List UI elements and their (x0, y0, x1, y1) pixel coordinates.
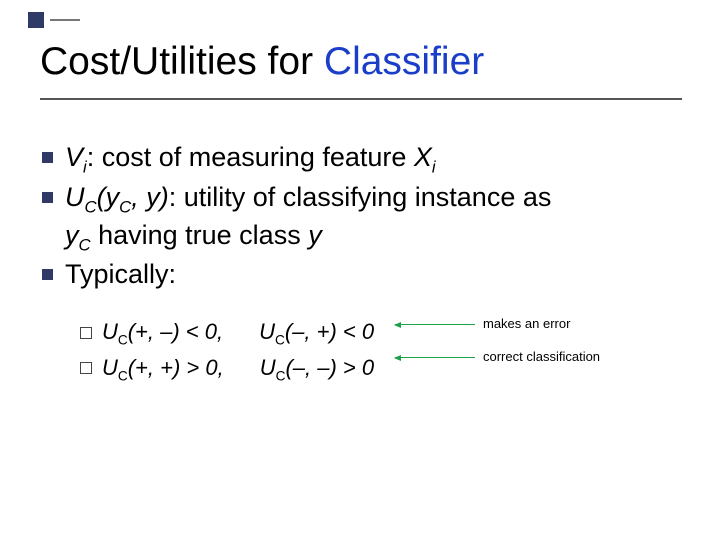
annotation-error: makes an error (395, 316, 600, 333)
b1-mid: : cost of measuring feature (87, 142, 414, 172)
y-var2: y (308, 220, 322, 250)
bullet-2: UC(yC, y): utility of classifying instan… (42, 180, 660, 256)
title-part2: Classifier (324, 40, 484, 83)
body: Vi: cost of measuring feature Xi UC(yC, … (42, 140, 660, 294)
rest: (–, +) < 0 (285, 319, 374, 344)
arrow-left-icon (395, 357, 475, 358)
sub-row-2: UC(+, +) > 0, UC(–, –) > 0 (80, 351, 374, 387)
args-rest: , y) (131, 182, 169, 212)
u: U (102, 355, 118, 380)
y-var: y (65, 220, 79, 250)
x-sub: i (432, 157, 436, 176)
r1c2: UC(–, +) < 0 (259, 315, 374, 351)
sub-row-1: UC(+, –) < 0, UC(–, +) < 0 (80, 315, 374, 351)
u: U (259, 319, 275, 344)
c: C (118, 368, 128, 383)
slide-title: Cost/Utilities for Classifier (40, 40, 484, 85)
anno-correct-text: correct classification (483, 349, 600, 366)
r1c1: UC(+, –) < 0, (102, 315, 223, 351)
annotation-correct: correct classification (395, 349, 600, 366)
r2c2: UC(–, –) > 0 (260, 351, 374, 387)
rest: (+, –) < 0, (128, 319, 223, 344)
u: U (102, 319, 118, 344)
title-part1: Cost/Utilities for (40, 40, 324, 83)
b2-desc1: : utility of classifying instance as (169, 182, 552, 212)
r2c1: UC(+, +) > 0, (102, 351, 224, 387)
arrow-left-icon (395, 324, 475, 325)
rest: (+, +) > 0, (128, 355, 224, 380)
c: C (275, 332, 285, 347)
header-decoration (28, 12, 80, 28)
bullet-1: Vi: cost of measuring feature Xi (42, 140, 660, 178)
deco-square-icon (28, 12, 44, 28)
args-csub: C (119, 197, 131, 216)
bullet-icon (42, 152, 53, 163)
bullet-3: Typically: (42, 257, 660, 292)
b2-desc2: having true class (91, 220, 309, 250)
bullet-3-text: Typically: (65, 257, 660, 292)
v-var: V (65, 142, 83, 172)
y-csub: C (79, 235, 91, 254)
bullet-1-text: Vi: cost of measuring feature Xi (65, 140, 660, 178)
anno-error-text: makes an error (483, 316, 570, 333)
args-open: (y (97, 182, 120, 212)
annotations: makes an error correct classification (395, 316, 600, 382)
deco-line (50, 19, 80, 21)
c: C (118, 332, 128, 347)
rest: (–, –) > 0 (285, 355, 374, 380)
hollow-square-icon (80, 362, 92, 374)
sub-bullets: UC(+, –) < 0, UC(–, +) < 0 UC(+, +) > 0,… (80, 315, 374, 386)
bullet-icon (42, 269, 53, 280)
c: C (276, 368, 286, 383)
x-var: X (414, 142, 432, 172)
bullet-2-text: UC(yC, y): utility of classifying instan… (65, 180, 660, 256)
bullet-icon (42, 192, 53, 203)
hollow-square-icon (80, 327, 92, 339)
u: U (260, 355, 276, 380)
slide: Cost/Utilities for Classifier Vi : cost o… (0, 0, 720, 540)
title-underline (40, 98, 682, 100)
u-var: U (65, 182, 85, 212)
u-csub: C (85, 197, 97, 216)
